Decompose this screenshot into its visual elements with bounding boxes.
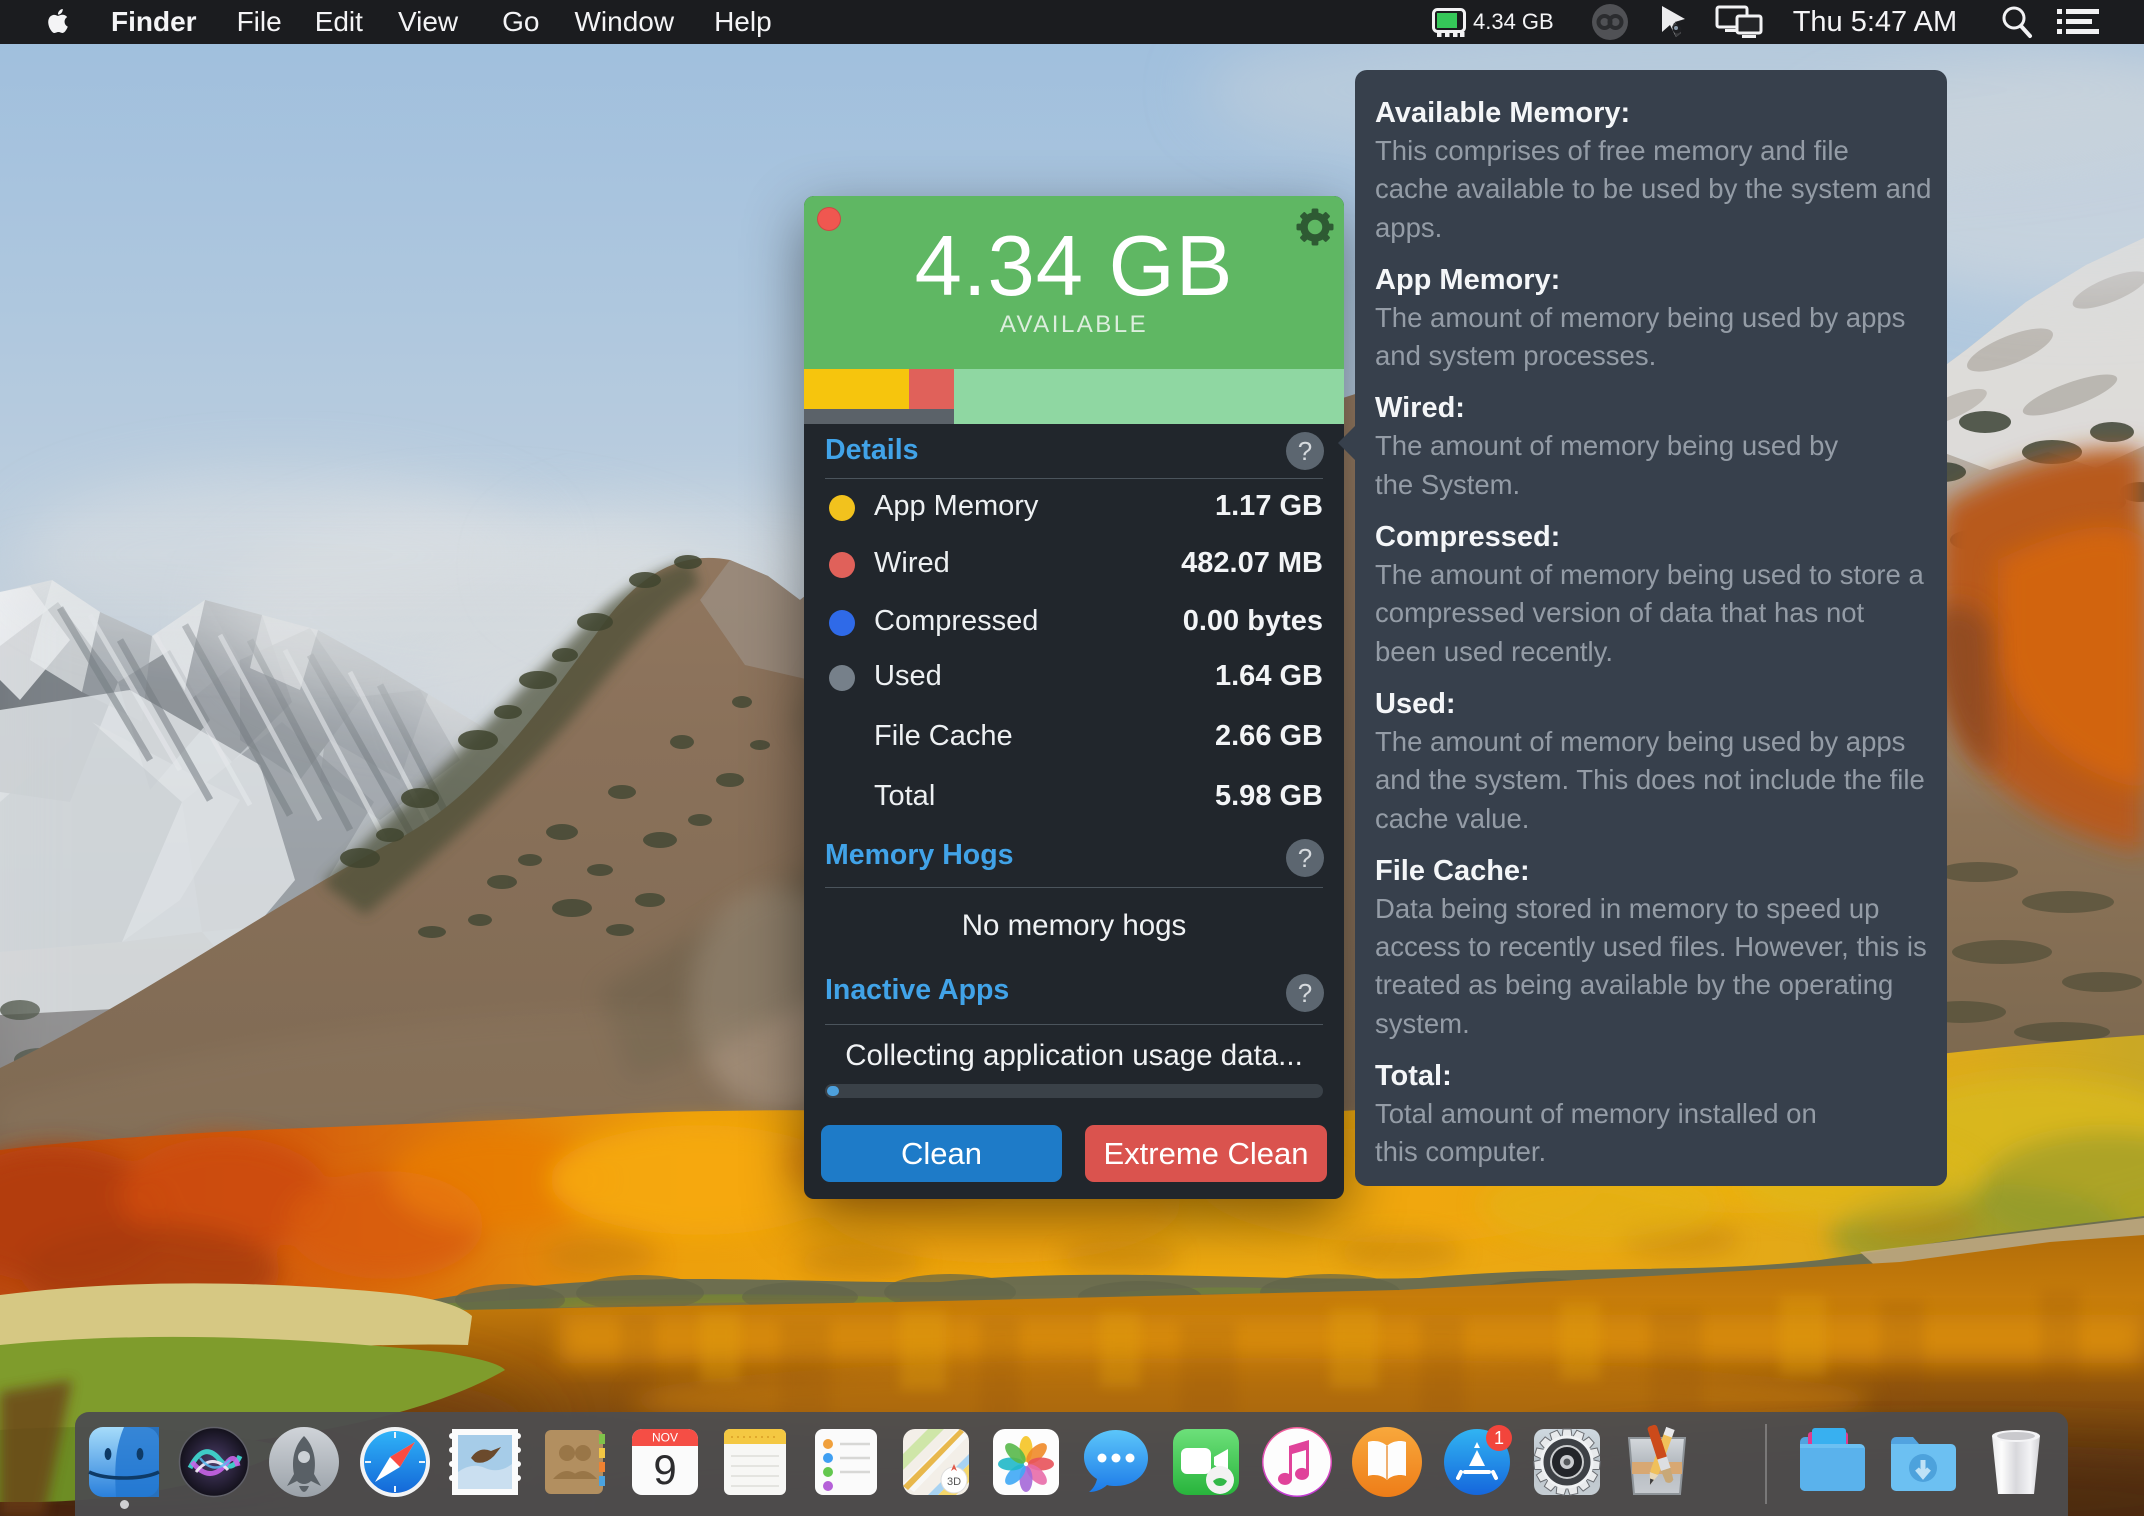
svg-text:3D: 3D xyxy=(947,1476,961,1488)
svg-text:1: 1 xyxy=(1494,1428,1504,1448)
svg-text:NOV: NOV xyxy=(652,1431,678,1445)
svg-text:9: 9 xyxy=(653,1446,676,1493)
